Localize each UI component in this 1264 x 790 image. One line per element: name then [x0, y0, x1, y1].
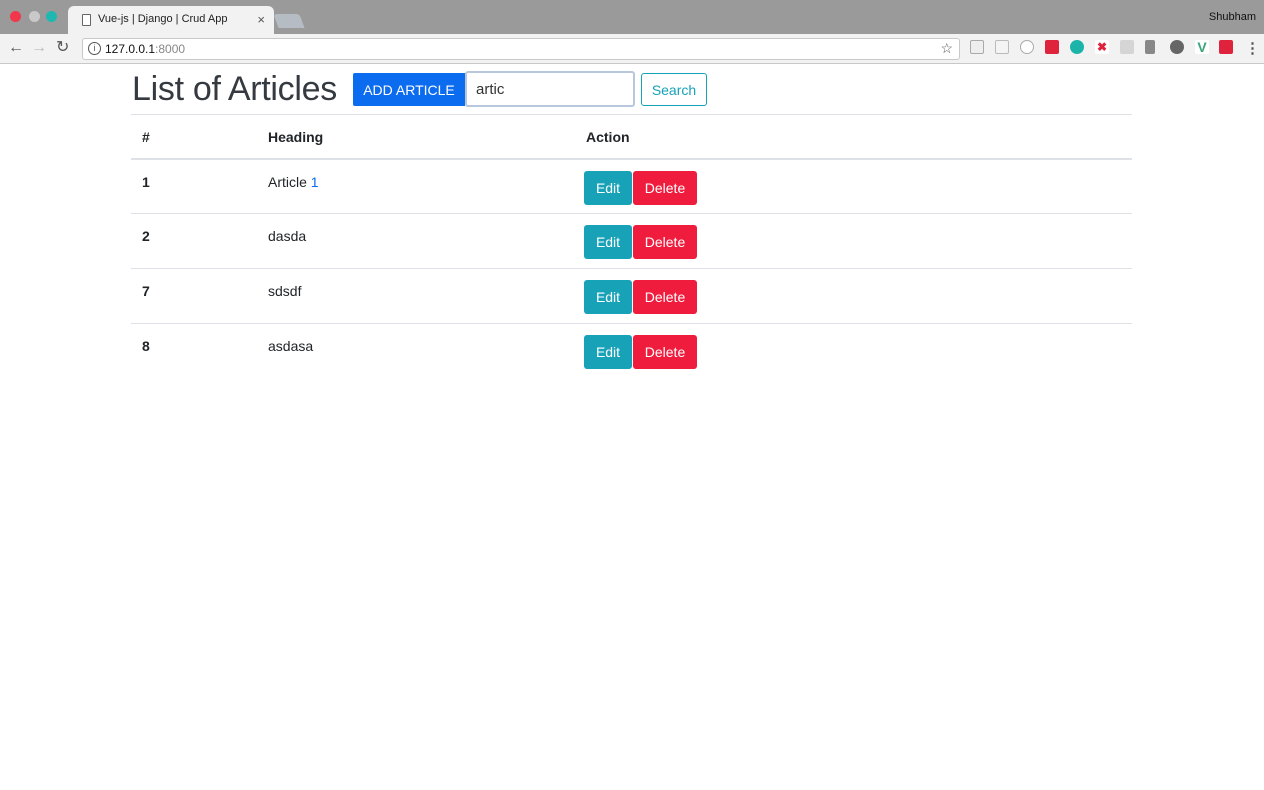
edit-button[interactable]: Edit: [584, 225, 632, 259]
search-button[interactable]: Search: [641, 73, 707, 106]
row-id: 8: [131, 323, 257, 379]
new-tab-button[interactable]: [273, 14, 305, 28]
reload-icon[interactable]: ↻: [56, 39, 69, 57]
tab-close-icon[interactable]: ×: [257, 12, 265, 27]
edit-button[interactable]: Edit: [584, 170, 632, 205]
row-heading-text: sdsdf: [268, 283, 302, 299]
header-id: #: [131, 114, 257, 160]
row-actions: Edit Delete: [575, 213, 1132, 269]
window-close-icon[interactable]: [10, 11, 21, 22]
url-port: :8000: [155, 42, 186, 56]
page-container: List of Articles ADD ARTICLE Search # He…: [131, 64, 1132, 379]
delete-button[interactable]: Delete: [633, 335, 697, 369]
extension-icon-1[interactable]: [970, 40, 984, 54]
row-id: 1: [131, 158, 257, 214]
extension-icon-8[interactable]: [1145, 40, 1155, 54]
search-input[interactable]: [465, 71, 635, 107]
pocket-icon[interactable]: [1045, 40, 1059, 54]
articles-table: # Heading Action 1 Article 1 Edit Delete …: [131, 114, 1132, 379]
extension-icon-2[interactable]: [995, 40, 1009, 54]
url-host: 127.0.0.1: [105, 42, 156, 56]
edit-button[interactable]: Edit: [584, 280, 632, 314]
row-actions: Edit Delete: [575, 158, 1132, 214]
window-minimize-icon[interactable]: [29, 11, 40, 22]
profile-name[interactable]: Shubham: [1209, 11, 1256, 23]
browser-toolbar: ← → ↻ i 127.0.0.1:8000 ☆ ✖ V ⋮: [0, 34, 1264, 64]
page-title: List of Articles: [132, 70, 337, 108]
row-heading: Article 1: [257, 158, 575, 214]
row-id: 2: [131, 213, 257, 269]
forward-arrow-icon[interactable]: →: [31, 39, 47, 57]
heading-row: List of Articles ADD ARTICLE Search: [131, 64, 1132, 114]
header-heading: Heading: [257, 114, 575, 160]
table-row: 1 Article 1 Edit Delete: [131, 158, 1132, 214]
site-info-icon[interactable]: i: [88, 42, 101, 55]
header-action: Action: [575, 114, 1132, 160]
row-heading: sdsdf: [257, 268, 575, 324]
delete-button[interactable]: Delete: [633, 225, 697, 259]
table-row: 7 sdsdf Edit Delete: [131, 268, 1132, 324]
table-row: 2 dasda Edit Delete: [131, 213, 1132, 269]
row-actions: Edit Delete: [575, 323, 1132, 379]
row-heading: asdasa: [257, 323, 575, 379]
browser-tab[interactable]: Vue-js | Django | Crud App ×: [68, 6, 274, 34]
back-arrow-icon[interactable]: ←: [8, 39, 24, 57]
row-heading-text: dasda: [268, 228, 307, 244]
browser-menu-icon[interactable]: ⋮: [1245, 39, 1260, 57]
edit-button[interactable]: Edit: [584, 335, 632, 369]
address-bar[interactable]: i 127.0.0.1:8000 ☆: [82, 38, 960, 60]
address-url: 127.0.0.1:8000: [105, 42, 185, 56]
delete-button[interactable]: Delete: [633, 170, 697, 205]
delete-button[interactable]: Delete: [633, 280, 697, 314]
add-article-button[interactable]: ADD ARTICLE: [353, 73, 465, 106]
tab-title: Vue-js | Django | Crud App: [98, 13, 228, 25]
vue-devtools-icon[interactable]: V: [1195, 40, 1209, 54]
extension-x-icon[interactable]: ✖: [1095, 40, 1109, 54]
extension-icon-11[interactable]: [1219, 40, 1233, 54]
grammarly-icon[interactable]: [1070, 40, 1084, 54]
row-heading-text: asdasa: [268, 338, 314, 354]
browser-titlebar: Vue-js | Django | Crud App × Shubham: [0, 0, 1264, 34]
row-actions: Edit Delete: [575, 268, 1132, 324]
table-header-row: # Heading Action: [131, 114, 1132, 160]
page-document-icon: [82, 14, 91, 26]
row-heading: dasda: [257, 213, 575, 269]
table-row: 8 asdasa Edit Delete: [131, 323, 1132, 379]
extension-icon-7[interactable]: [1120, 40, 1134, 54]
row-heading-text: Article: [268, 173, 311, 190]
extension-icon-3[interactable]: [1020, 40, 1034, 54]
row-id: 7: [131, 268, 257, 324]
window-maximize-icon[interactable]: [46, 11, 57, 22]
row-heading-suffix: 1: [310, 173, 319, 190]
extension-icon-9[interactable]: [1170, 40, 1184, 54]
bookmark-star-icon[interactable]: ☆: [940, 40, 953, 57]
